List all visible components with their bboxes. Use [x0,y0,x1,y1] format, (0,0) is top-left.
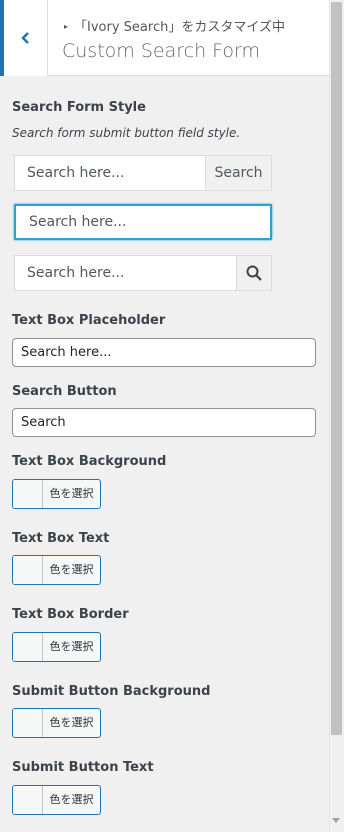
panel-header: ▸ 「Ivory Search」をカスタマイズ中 Custom Search Fo… [0,0,329,76]
submit-button-background-color-button[interactable]: 色を選択 [12,708,101,738]
color-button-label: 色を選択 [49,716,94,729]
style3-search-button [236,256,271,290]
search-style-option-1[interactable]: Search here... Search [14,155,272,191]
submit-button-background-title: Submit Button Background [12,684,211,699]
search-style-option-3[interactable]: Search here... [14,255,272,291]
submit-button-text-title: Submit Button Text [12,760,154,775]
breadcrumb: ▸ 「Ivory Search」をカスタマイズ中 [64,16,285,35]
text-box-text-color-button[interactable]: 色を選択 [12,555,101,585]
submit-button-text-color-button[interactable]: 色を選択 [12,785,101,815]
scrollbar-thumb[interactable] [331,2,342,735]
color-swatch [13,480,43,508]
color-button-label: 色を選択 [49,487,94,500]
style1-search-button: Search [205,156,271,190]
scroll-down-icon[interactable] [332,818,340,823]
color-swatch [13,709,43,737]
color-button-label: 色を選択 [49,793,94,806]
style2-placeholder: Search here... [29,214,127,230]
text-box-background-color-button[interactable]: 色を選択 [12,479,101,509]
search-icon [246,265,262,281]
text-box-placeholder-input[interactable]: Search here... [12,338,316,367]
search-button-input[interactable]: Search [12,408,316,437]
text-box-border-title: Text Box Border [12,607,129,622]
caret-icon: ▸ [64,22,69,31]
style3-placeholder: Search here... [27,265,125,281]
breadcrumb-text: 「Ivory Search」をカスタマイズ中 [74,20,285,35]
search-form-style-title: Search Form Style [12,100,146,115]
color-swatch [13,786,43,814]
color-button-label: 色を選択 [49,563,94,576]
color-button-label: 色を選択 [49,640,94,653]
back-button[interactable] [0,0,48,76]
search-form-style-description: Search form submit button field style. [12,126,241,140]
chevron-left-icon [20,32,29,44]
text-box-placeholder-title: Text Box Placeholder [12,313,166,328]
panel-title: Custom Search Form [62,40,261,62]
text-box-background-title: Text Box Background [12,454,167,469]
search-style-option-2[interactable]: Search here... [14,204,272,240]
text-box-border-color-button[interactable]: 色を選択 [12,632,101,662]
search-button-title: Search Button [12,384,117,399]
style1-placeholder: Search here... [27,165,125,181]
text-box-text-title: Text Box Text [12,531,110,546]
color-swatch [13,633,43,661]
color-swatch [13,556,43,584]
